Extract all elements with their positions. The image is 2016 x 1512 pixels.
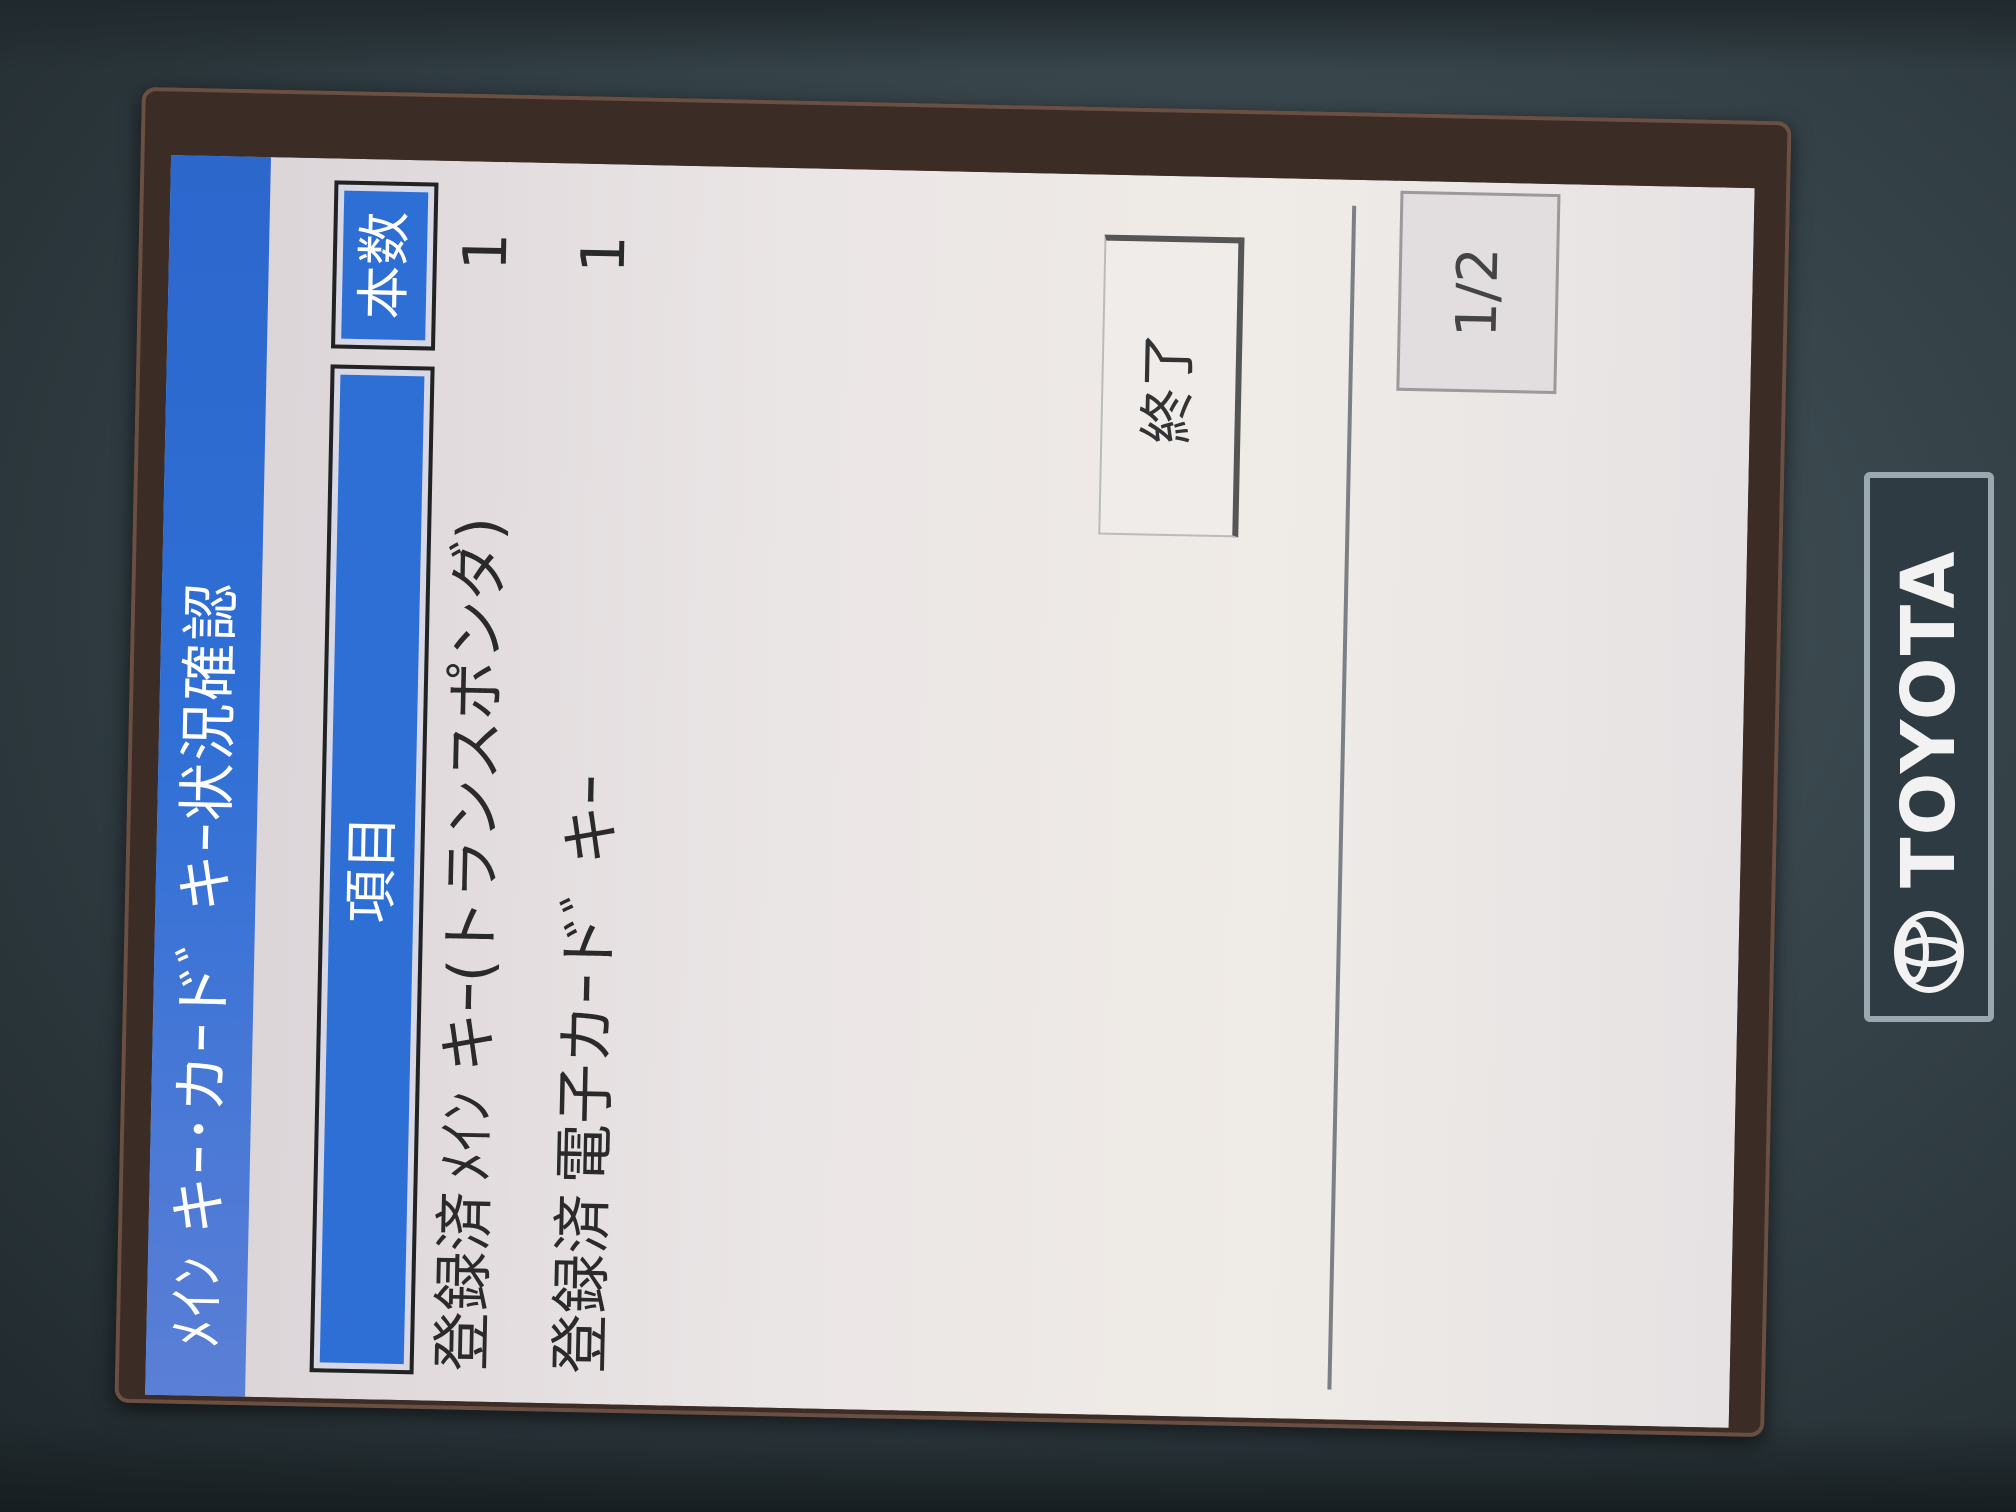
row-status: 登録済 [427, 1190, 502, 1373]
row-count: 1 [450, 231, 522, 272]
table-row: 登録済 ﾒｲﾝ キｰ(トランスポンダ) 1 [418, 187, 533, 1373]
row-item-name: ﾒｲﾝ キｰ(トランスポンダ) [431, 516, 516, 1183]
brand-badge: TOYOTA [1864, 472, 1994, 1022]
display-content: ﾒｲﾝ キｰ･カｰドﾞ キｰ状況確認 項目 本数 登録済 ﾒｲﾝ キｰ(トランス… [145, 155, 1755, 1428]
column-header-item: 項目 [313, 326, 432, 1413]
end-button[interactable]: 終了 [1098, 234, 1245, 538]
bezel-top [0, 0, 2016, 70]
brand-badge-content: TOYOTA [1870, 478, 1988, 1016]
table-header: 項目 本数 [313, 159, 437, 1413]
display-screen: ﾒｲﾝ キｰ･カｰドﾞ キｰ状況確認 項目 本数 登録済 ﾒｲﾝ キｰ(トランス… [145, 155, 1755, 1428]
row-status: 登録済 [545, 1193, 620, 1375]
table-row: 登録済 電子カｰドﾞ キｰ 1 [536, 189, 651, 1375]
row-item-name: 電子カｰドﾞ キｰ [549, 774, 629, 1185]
column-header-count: 本数 [332, 177, 437, 354]
row-count: 1 [568, 234, 640, 274]
toyota-logo-icon [1894, 911, 1964, 993]
list-divider [1327, 205, 1357, 1390]
brand-name: TOYOTA [1886, 549, 1972, 888]
page-indicator[interactable]: 1/2 [1396, 190, 1561, 395]
